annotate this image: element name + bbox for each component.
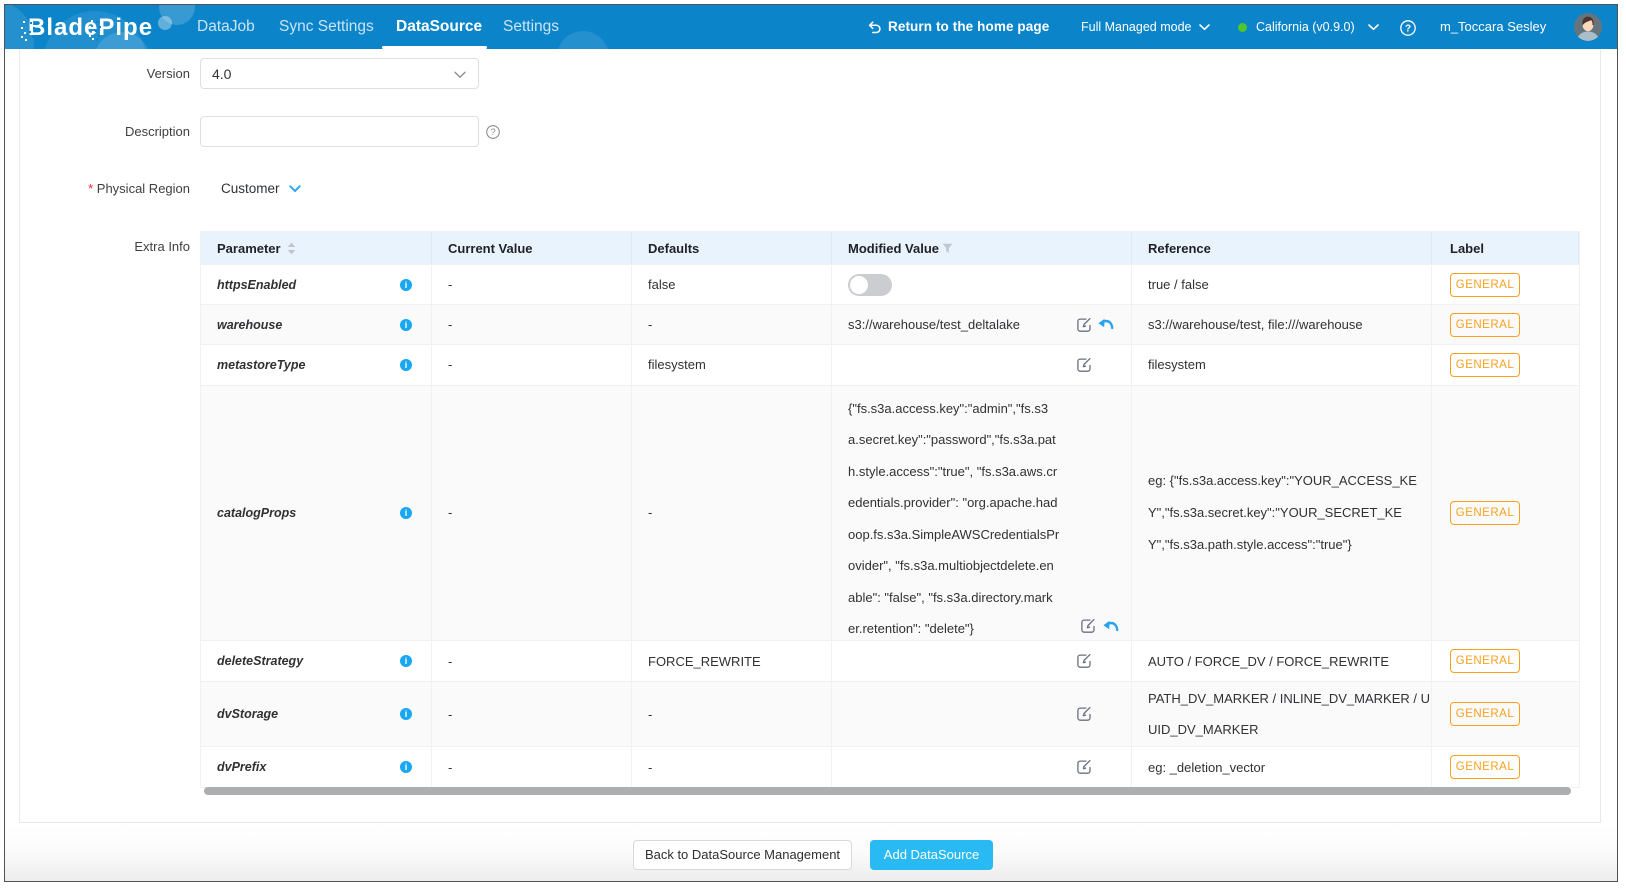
svg-text:?: ?	[490, 127, 495, 138]
svg-text:?: ?	[1405, 24, 1411, 35]
